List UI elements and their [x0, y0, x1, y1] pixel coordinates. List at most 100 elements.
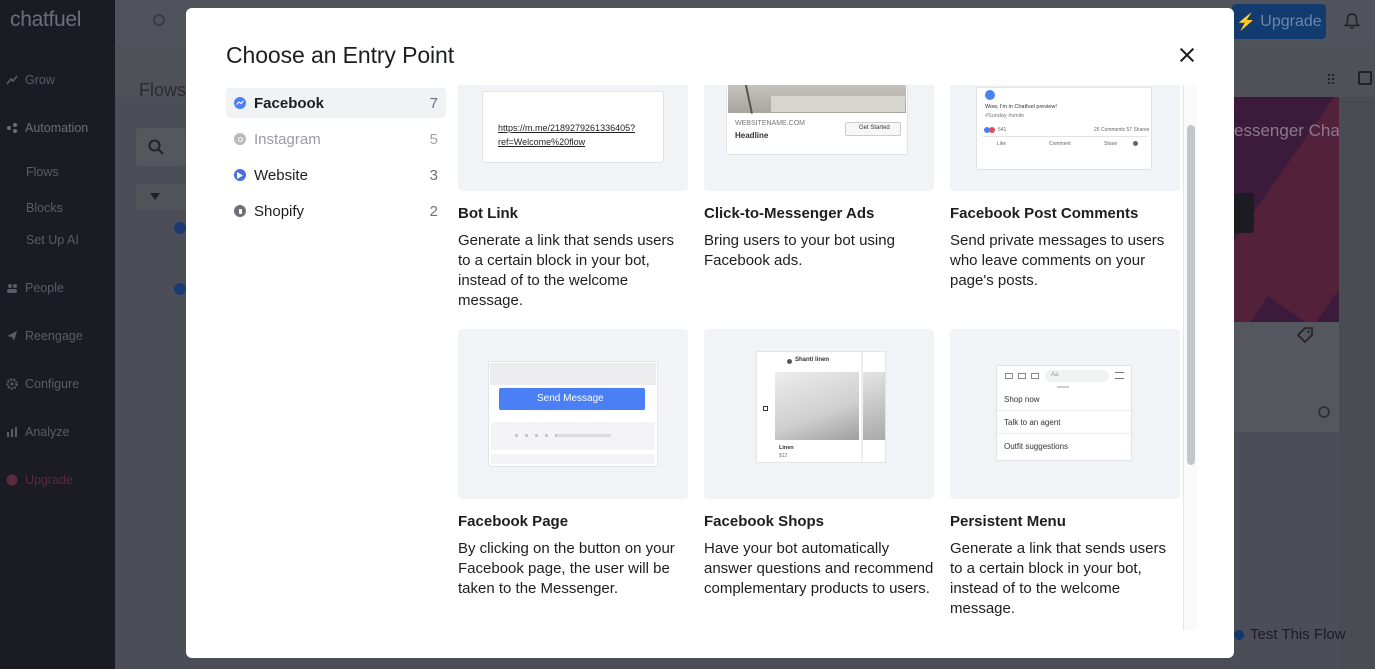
sidebar-item-analyze[interactable]: Analyze	[6, 425, 69, 439]
card-title: Facebook Page	[458, 513, 569, 530]
test-flow-button[interactable]: Test This Flow	[1234, 626, 1346, 643]
automation-icon	[6, 122, 18, 134]
flow-group-row[interactable]	[136, 184, 186, 210]
grid-dots-icon[interactable]: ⠿	[1326, 72, 1336, 89]
sidebar-item-label: Automation	[25, 121, 89, 135]
gear-icon	[6, 378, 18, 390]
upgrade-button[interactable]: ⚡ Upgrade	[1232, 4, 1326, 39]
card-title: Facebook Post Comments	[950, 205, 1139, 222]
post-caption: Wow, I'm in Chatfuel preview!	[985, 104, 1057, 110]
sidebar-item-grow[interactable]: Grow	[6, 73, 55, 87]
bot-link-preview: https://m.me/2189279261336405? ref=Welco…	[458, 85, 688, 191]
entry-card-persistent-menu[interactable]: Aa Shop now Talk to an agent Outfit sugg…	[950, 329, 1180, 619]
bot-link-url-continued: ref=Welcome%20flow	[498, 137, 586, 147]
card-title: Click-to-Messenger Ads	[704, 205, 875, 222]
menu-input-placeholder: Aa	[1051, 372, 1059, 378]
sidebar-item-setup-ai[interactable]: Set Up AI	[26, 233, 79, 247]
page-mock-footer	[491, 454, 655, 464]
app-sidebar: chatfuel Grow Automation Flows Blocks Se…	[0, 0, 115, 669]
post-preview-card: Wow, I'm in Chatfuel preview! #Sunday #s…	[976, 87, 1152, 170]
sidebar-item-reengage[interactable]: Reengage	[6, 329, 83, 343]
connector-dot-icon[interactable]	[1318, 406, 1330, 418]
post-comments-preview: Wow, I'm in Chatfuel preview! #Sunday #s…	[950, 85, 1180, 191]
shop-card-divider	[861, 352, 863, 462]
flows-search[interactable]	[136, 128, 186, 166]
shop-mock-frame: Shanti linen Linen $12	[756, 351, 886, 463]
placeholder-line	[557, 434, 611, 437]
post-hashtags: #Sunday #smile	[985, 113, 1025, 119]
category-label: Instagram	[254, 130, 321, 148]
facebook-page-preview: Send Message	[458, 329, 688, 499]
upgrade-icon	[6, 474, 18, 486]
edit-icon[interactable]	[1358, 71, 1372, 85]
canvas-edge	[1339, 97, 1375, 669]
page-mock-row	[491, 422, 655, 450]
sidebar-item-flows[interactable]: Flows	[26, 165, 59, 179]
ads-preview: WEBSITENAME.COM Headline Get Started	[704, 85, 934, 191]
persistent-menu-preview: Aa Shop now Talk to an agent Outfit sugg…	[950, 329, 1180, 499]
grow-icon	[6, 74, 18, 86]
close-icon[interactable]	[1176, 44, 1198, 66]
entry-card-facebook-page[interactable]: Send Message Facebook Page By clicking o…	[458, 329, 688, 599]
sidebar-item-people[interactable]: People	[6, 281, 64, 295]
entry-card-click-to-messenger-ads[interactable]: WEBSITENAME.COM Headline Get Started Cli…	[704, 85, 934, 271]
flows-title: Flows	[139, 80, 187, 100]
photo-icon	[1018, 373, 1026, 379]
page-avatar	[985, 90, 995, 100]
entry-card-bot-link[interactable]: https://m.me/2189279261336405? ref=Welco…	[458, 85, 688, 311]
menu-item: Talk to an agent	[1004, 418, 1061, 427]
bell-icon[interactable]	[1343, 12, 1361, 30]
grid-scrollbar[interactable]	[1183, 85, 1197, 630]
messenger-icon	[1234, 629, 1244, 640]
gif-icon	[1031, 373, 1039, 379]
entry-point-grid: https://m.me/2189279261336405? ref=Welco…	[458, 85, 1183, 630]
category-website[interactable]: Website 3	[226, 160, 446, 190]
menu-divider	[997, 433, 1131, 434]
card-description: Generate a link that sends users to a ce…	[458, 232, 674, 309]
category-count: 2	[429, 202, 438, 220]
entry-card-post-comments[interactable]: Wow, I'm in Chatfuel preview! #Sunday #s…	[950, 85, 1180, 291]
bolt-icon: ⚡	[1236, 13, 1257, 31]
sidebar-item-automation[interactable]: Automation	[6, 121, 88, 135]
send-message-button: Send Message	[499, 388, 645, 410]
hamburger-icon	[1115, 372, 1124, 379]
sidebar-item-configure[interactable]: Configure	[6, 377, 79, 391]
category-list: Facebook 7 Instagram 5 Website 3 Shopify…	[226, 88, 446, 232]
ad-image-bed	[771, 94, 905, 112]
category-facebook[interactable]: Facebook 7	[226, 88, 446, 118]
category-instagram[interactable]: Instagram 5	[226, 124, 446, 154]
bar-chart-icon	[6, 426, 18, 438]
messenger-icon	[234, 97, 246, 109]
shopify-icon	[234, 205, 246, 217]
ad-preview-card: WEBSITENAME.COM Headline Get Started	[726, 85, 908, 155]
tag-icon[interactable]	[1296, 326, 1314, 344]
shop-avatar	[787, 359, 792, 364]
entry-card-facebook-shops[interactable]: Shanti linen Linen $12 Facebook Shops Ha…	[704, 329, 934, 599]
page-mock-header	[490, 363, 656, 385]
facebook-shops-preview: Shanti linen Linen $12	[704, 329, 934, 499]
upgrade-button-label: Upgrade	[1260, 12, 1322, 30]
sidebar-item-label: Analyze	[25, 425, 70, 439]
drag-handle	[1057, 386, 1069, 388]
card-title: Persistent Menu	[950, 513, 1066, 530]
category-shopify[interactable]: Shopify 2	[226, 196, 446, 226]
send-message-label: Send Message	[537, 393, 604, 404]
caret-down-icon	[150, 193, 160, 200]
hero-preview-tile	[1234, 193, 1254, 233]
category-label: Website	[254, 166, 308, 184]
ad-cta-label: Get Started	[859, 125, 890, 131]
card-description: Send private messages to users who leave…	[950, 232, 1165, 289]
category-count: 7	[429, 94, 438, 112]
test-flow-label: Test This Flow	[1250, 626, 1346, 643]
sidebar-item-label: Upgrade	[25, 473, 73, 487]
category-count: 3	[429, 166, 438, 184]
category-label: Facebook	[254, 94, 325, 112]
sidebar-item-upgrade[interactable]: Upgrade	[6, 473, 73, 487]
sidebar-item-blocks[interactable]: Blocks	[26, 201, 63, 215]
scrollbar-thumb[interactable]	[1187, 125, 1195, 465]
card-description: By clicking on the button on your Facebo…	[458, 540, 675, 597]
shop-bag-icon	[763, 406, 768, 411]
menu-divider	[997, 410, 1131, 411]
flow-status-icon	[174, 222, 186, 234]
shop-item-price: $12	[779, 453, 788, 459]
